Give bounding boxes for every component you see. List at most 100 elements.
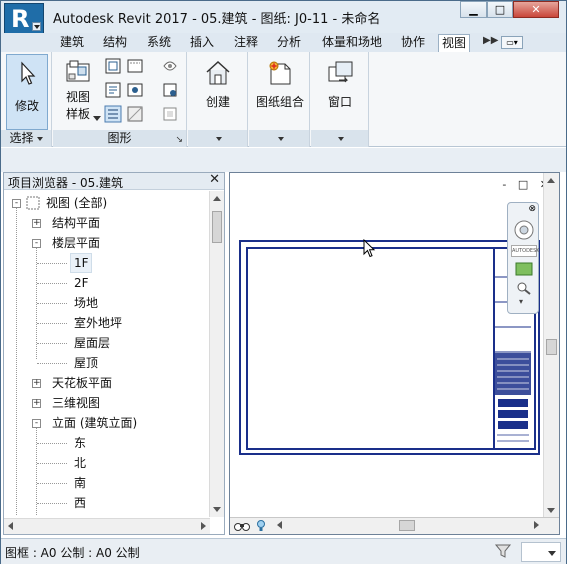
dialog-launcher-icon[interactable]: ↘ bbox=[175, 135, 183, 145]
maximize-button[interactable]: □ bbox=[487, 1, 513, 18]
viewcube-icon[interactable]: AUTODESK bbox=[511, 245, 540, 257]
scroll-up-icon[interactable] bbox=[213, 196, 221, 201]
filters-icon[interactable] bbox=[104, 81, 122, 99]
tree-item-2f[interactable]: 2F bbox=[74, 273, 89, 293]
scroll-thumb[interactable] bbox=[212, 211, 222, 243]
scroll-right-icon[interactable] bbox=[534, 521, 539, 529]
project-browser-header: 项目浏览器 - 05.建筑 ✕ bbox=[4, 172, 224, 190]
scroll-down-icon[interactable] bbox=[213, 507, 221, 512]
thin-lines-icon[interactable] bbox=[104, 105, 122, 123]
tab-analyze[interactable]: 分析 bbox=[274, 34, 304, 52]
chevron-down-icon[interactable]: ▾ bbox=[519, 297, 523, 306]
tab-architecture[interactable]: 建筑 bbox=[57, 34, 87, 52]
remove-hidden-lines-icon[interactable] bbox=[126, 81, 144, 99]
application-menu-button[interactable]: R bbox=[4, 3, 44, 35]
drawing-area[interactable]: - □ ✕ ⊗ AUTODESK ▾ bbox=[229, 172, 560, 535]
tab-view[interactable]: 视图 bbox=[438, 34, 471, 52]
tree-item-3d-views[interactable]: + 三维视图 bbox=[4, 393, 204, 413]
status-dropdown[interactable] bbox=[521, 542, 561, 562]
scroll-down-icon[interactable] bbox=[547, 508, 555, 513]
view-template-button[interactable]: 视图 样板 bbox=[59, 54, 97, 130]
canvas-horizontal-scrollbar[interactable] bbox=[273, 518, 543, 534]
expand-toggle[interactable]: + bbox=[32, 219, 41, 228]
tree-item-label: 东 bbox=[74, 436, 87, 450]
browser-horizontal-scrollbar[interactable] bbox=[4, 518, 210, 534]
tree-item-floor-plans[interactable]: - 楼层平面 bbox=[4, 233, 204, 253]
minimize-icon: ▁ bbox=[469, 3, 478, 16]
tree-guide-line bbox=[37, 363, 67, 364]
tree-item-ceiling-plans[interactable]: + 天花板平面 bbox=[4, 373, 204, 393]
panel-title-sheet[interactable] bbox=[249, 130, 309, 147]
tree-item-roof[interactable]: 屋顶 bbox=[74, 353, 98, 373]
render-icon[interactable] bbox=[161, 57, 179, 75]
views-folder-icon bbox=[26, 196, 40, 210]
status-bar: 图框 : A0 公制 : A0 公制 bbox=[1, 538, 566, 564]
panel-graphics: 视图 样板 图形 ↘ bbox=[53, 52, 187, 147]
tree-item-outdoor-ground[interactable]: 室外地坪 bbox=[74, 313, 122, 333]
tab-massing-site[interactable]: 体量和场地 bbox=[319, 34, 385, 52]
close-icon[interactable]: ✕ bbox=[209, 172, 220, 187]
tree-guide-line bbox=[36, 243, 37, 359]
expand-toggle[interactable]: + bbox=[32, 379, 41, 388]
cut-profile-icon[interactable] bbox=[126, 105, 144, 123]
tab-collaborate[interactable]: 协作 bbox=[398, 34, 428, 52]
sheet-composition-label: 图纸组合 bbox=[255, 95, 304, 109]
tree-item-east[interactable]: 东 bbox=[74, 433, 86, 453]
chevron-down-icon[interactable] bbox=[93, 116, 101, 121]
tree-item-north[interactable]: 北 bbox=[74, 453, 86, 473]
browser-vertical-scrollbar[interactable] bbox=[209, 191, 224, 517]
pan-icon[interactable] bbox=[514, 261, 534, 277]
revit-window: R Autodesk Revit 2017 - 05.建筑 - 图纸: J0-1… bbox=[0, 0, 567, 564]
window-title: Autodesk Revit 2017 - 05.建筑 - 图纸: J0-11 … bbox=[53, 12, 381, 27]
scroll-left-icon[interactable] bbox=[277, 521, 282, 529]
tree-guide-line bbox=[37, 283, 67, 284]
tree-item-structural-plans[interactable]: + 结构平面 bbox=[4, 213, 204, 233]
lightbulb-icon[interactable] bbox=[255, 519, 267, 533]
render-gallery-icon[interactable] bbox=[161, 81, 179, 99]
scroll-left-icon[interactable] bbox=[8, 522, 13, 530]
tab-structure[interactable]: 结构 bbox=[100, 34, 130, 52]
visibility-graphics-icon[interactable] bbox=[104, 57, 122, 75]
cloud-render-icon[interactable] bbox=[161, 105, 179, 123]
close-icon[interactable]: ⊗ bbox=[528, 204, 536, 214]
ribbon-tab-bar: 建筑 结构 系统 插入 注释 分析 体量和场地 协作 视图 ▶▶ ▭▾ bbox=[1, 33, 566, 52]
sheet-composition-button[interactable]: 图纸组合 bbox=[253, 54, 307, 130]
tree-item-roof-level[interactable]: 屋面层 bbox=[74, 333, 110, 353]
panel-title-create[interactable] bbox=[188, 130, 247, 147]
scroll-up-icon[interactable] bbox=[547, 178, 555, 183]
ribbon-minimize-toggle[interactable]: ▭▾ bbox=[501, 36, 523, 49]
tree-item-site[interactable]: 场地 bbox=[74, 293, 98, 313]
tab-systems[interactable]: 系统 bbox=[144, 34, 174, 52]
minimize-button[interactable]: ▁ bbox=[460, 1, 487, 18]
tree-item-views-all[interactable]: - 视图 (全部) bbox=[4, 193, 204, 213]
tree-item-1f[interactable]: 1F bbox=[70, 253, 92, 273]
show-hidden-lines-icon[interactable] bbox=[126, 57, 144, 75]
panel-title-window[interactable] bbox=[311, 130, 368, 147]
tab-insert[interactable]: 插入 bbox=[187, 34, 217, 52]
steering-wheel-icon[interactable] bbox=[513, 219, 535, 241]
tree-item-west[interactable]: 西 bbox=[74, 493, 86, 513]
filter-icon[interactable] bbox=[494, 542, 512, 560]
expand-toggle[interactable]: + bbox=[32, 399, 41, 408]
collapse-toggle[interactable]: - bbox=[12, 199, 21, 208]
collapse-toggle[interactable]: - bbox=[32, 239, 41, 248]
more-tabs-icon[interactable]: ▶▶ bbox=[483, 35, 498, 46]
close-button[interactable]: ✕ bbox=[513, 1, 559, 18]
collapse-toggle[interactable]: - bbox=[32, 419, 41, 428]
zoom-icon[interactable] bbox=[516, 281, 532, 295]
binoculars-icon[interactable] bbox=[233, 519, 251, 533]
panel-title-graphics[interactable]: 图形 bbox=[53, 130, 186, 147]
modify-button[interactable]: 修改 bbox=[6, 54, 48, 130]
tree-item-south[interactable]: 南 bbox=[74, 473, 86, 493]
scroll-thumb[interactable] bbox=[399, 520, 415, 531]
scroll-right-icon[interactable] bbox=[201, 522, 206, 530]
windows-button[interactable]: 窗口 bbox=[317, 54, 363, 130]
tab-annotate[interactable]: 注释 bbox=[231, 34, 261, 52]
create-button[interactable]: 创建 bbox=[194, 54, 242, 130]
chevron-down-icon bbox=[36, 136, 43, 141]
panel-window: 窗口 bbox=[311, 52, 369, 147]
scroll-thumb[interactable] bbox=[546, 339, 557, 355]
tree-item-elevations[interactable]: - 立面 (建筑立面) bbox=[4, 413, 204, 433]
panel-title-select[interactable]: 选择 bbox=[1, 130, 51, 147]
canvas-vertical-scrollbar[interactable] bbox=[543, 173, 559, 518]
